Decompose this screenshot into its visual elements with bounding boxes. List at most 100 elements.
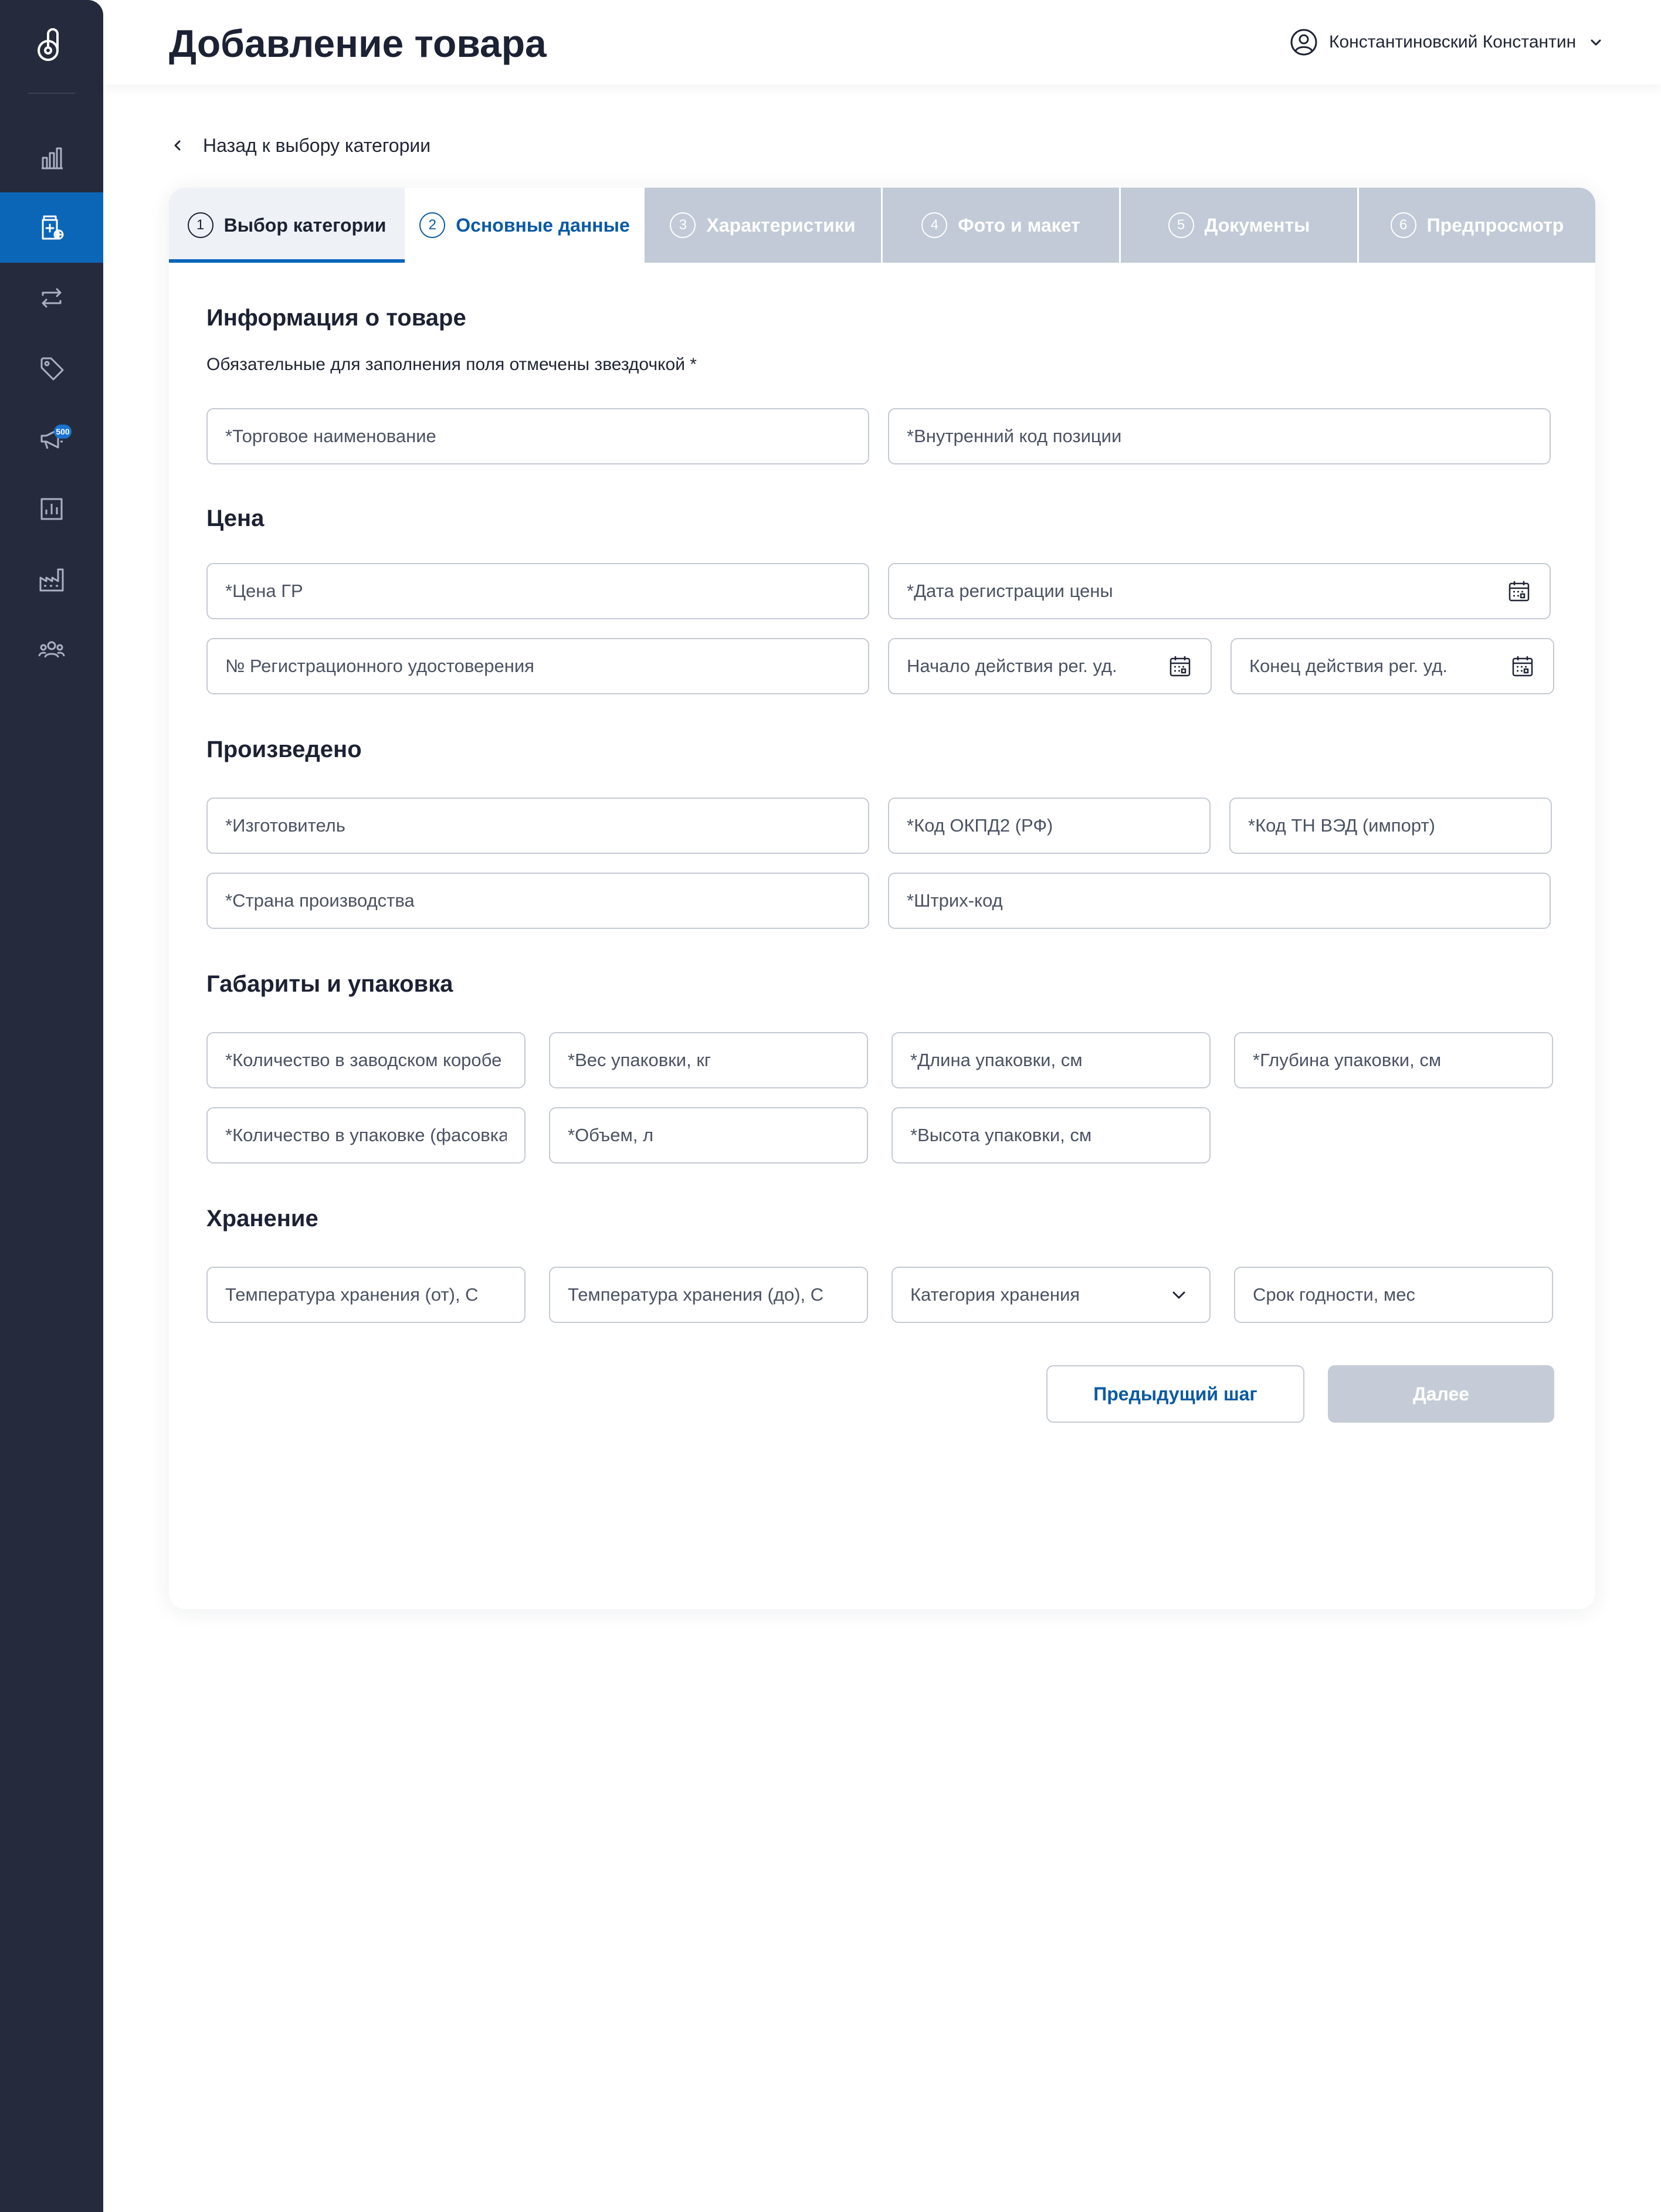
step-tab-preview[interactable]: 6 Предпросмотр (1357, 188, 1595, 263)
step-tab-category[interactable]: 1 Выбор категории (169, 188, 405, 263)
step-label: Основные данные (456, 214, 630, 236)
sidebar: 500 (0, 0, 103, 2212)
price-reg-date-placeholder: *Дата регистрации цены (907, 581, 1113, 601)
step-tab-documents[interactable]: 5 Документы (1119, 188, 1357, 263)
volume-field[interactable]: *Объем, л (549, 1107, 868, 1163)
section-title-storage: Хранение (206, 1206, 318, 1231)
section-title-info: Информация о товаре (206, 305, 466, 331)
package-length-field[interactable]: *Длина упаковки, см (891, 1032, 1211, 1088)
shelf-life-placeholder: Срок годности, мес (1253, 1284, 1415, 1305)
trade-name-field[interactable]: *Торговое наименование (206, 408, 869, 464)
users-icon (38, 641, 65, 658)
sidebar-divider (28, 93, 75, 94)
okpd2-code-placeholder: *Код ОКПД2 (РФ) (907, 815, 1053, 836)
qty-in-box-field[interactable]: *Количество в заводском коробе (206, 1032, 526, 1088)
page-title: Добавление товара (169, 22, 547, 65)
country-field[interactable]: *Страна производства (206, 873, 869, 929)
bar-chart-icon (42, 147, 63, 169)
reg-start-date-placeholder: Начало действия рег. уд. (907, 656, 1117, 676)
back-to-category-link[interactable]: Назад к выбору категории (170, 131, 430, 160)
step-number: 4 (921, 212, 948, 238)
package-height-field[interactable]: *Высота упаковки, см (891, 1107, 1211, 1163)
sidebar-item-reports[interactable] (0, 474, 103, 544)
sidebar-item-analytics[interactable] (0, 122, 103, 192)
required-fields-hint: Обязательные для заполнения поля отмечен… (206, 355, 697, 374)
volume-placeholder: *Объем, л (568, 1125, 654, 1145)
report-icon (40, 498, 63, 520)
logo-icon[interactable] (35, 28, 68, 63)
calendar-icon[interactable] (1510, 653, 1535, 679)
reg-end-date-placeholder: Конец действия рег. уд. (1249, 656, 1448, 676)
sidebar-item-products[interactable] (0, 192, 103, 263)
step-tab-characteristics[interactable]: 3 Характеристики (643, 188, 881, 263)
reg-start-date-field[interactable]: Начало действия рег. уд. (888, 638, 1212, 694)
user-name: Константиновский Константин (1329, 32, 1577, 52)
tnved-code-placeholder: *Код ТН ВЭД (импорт) (1248, 815, 1435, 836)
previous-step-button[interactable]: Предыдущий шаг (1046, 1365, 1304, 1423)
calendar-icon[interactable] (1506, 578, 1532, 604)
top-header: Добавление товара Константиновский Конст… (103, 0, 1661, 84)
package-weight-placeholder: *Вес упаковки, кг (568, 1050, 711, 1070)
tag-icon (40, 357, 64, 381)
barcode-field[interactable]: *Штрих-код (888, 873, 1551, 929)
factory-icon (39, 568, 64, 592)
storage-temp-from-placeholder: Температура хранения (от), С (225, 1284, 479, 1305)
step-number: 2 (419, 212, 446, 238)
chevron-down-icon (1172, 1291, 1185, 1299)
sidebar-item-users[interactable] (0, 615, 103, 685)
qty-in-pack-placeholder: *Количество в упаковке (фасовка) (225, 1125, 507, 1145)
storage-category-placeholder: Категория хранения (910, 1284, 1080, 1305)
manufacturer-placeholder: *Изготовитель (225, 815, 345, 836)
calendar-icon[interactable] (1167, 653, 1193, 679)
section-title-dimensions: Габариты и упаковка (206, 971, 453, 997)
shelf-life-field[interactable]: Срок годности, мес (1234, 1267, 1553, 1323)
add-product-icon (42, 215, 64, 240)
section-title-produced: Произведено (206, 737, 362, 762)
chevron-down-icon (1591, 39, 1601, 46)
storage-temp-to-placeholder: Температура хранения (до), С (568, 1284, 824, 1305)
tnved-code-field[interactable]: *Код ТН ВЭД (импорт) (1229, 798, 1552, 854)
user-menu[interactable]: Константиновский Константин (1289, 26, 1604, 59)
step-label: Фото и макет (958, 214, 1080, 236)
package-weight-field[interactable]: *Вес упаковки, кг (549, 1032, 868, 1088)
sidebar-item-manufacturers[interactable] (0, 544, 103, 615)
package-depth-placeholder: *Глубина упаковки, см (1253, 1050, 1442, 1070)
exchange-icon (42, 288, 62, 308)
internal-code-placeholder: *Внутренний код позиции (907, 426, 1122, 446)
qty-in-pack-field[interactable]: *Количество в упаковке (фасовка) (206, 1107, 526, 1163)
chevron-left-icon (174, 140, 181, 151)
step-number: 1 (187, 212, 213, 238)
product-form-card: 1 Выбор категории 2 Основные данные 3 Ха… (169, 188, 1595, 1609)
step-label: Предпросмотр (1426, 214, 1564, 236)
internal-code-field[interactable]: *Внутренний код позиции (888, 408, 1551, 464)
reg-end-date-field[interactable]: Конец действия рег. уд. (1231, 638, 1554, 694)
step-number: 6 (1390, 212, 1416, 238)
price-reg-date-field[interactable]: *Дата регистрации цены (888, 563, 1551, 619)
price-gr-placeholder: *Цена ГР (225, 581, 303, 601)
step-tab-photo[interactable]: 4 Фото и макет (881, 188, 1119, 263)
sidebar-item-prices[interactable] (0, 333, 103, 403)
sidebar-item-exchange[interactable] (0, 263, 103, 333)
reg-cert-number-placeholder: № Регистрационного удостоверения (225, 656, 534, 676)
section-title-price: Цена (206, 505, 265, 531)
step-tab-basic-data[interactable]: 2 Основные данные (405, 188, 643, 263)
back-link-label: Назад к выбору категории (203, 134, 431, 156)
step-label: Документы (1204, 214, 1310, 236)
sidebar-item-promo[interactable]: 500 (0, 403, 103, 474)
notification-badge: 500 (54, 425, 72, 439)
step-label: Характеристики (706, 214, 856, 236)
next-button[interactable]: Далее (1328, 1365, 1554, 1423)
reg-cert-number-field[interactable]: № Регистрационного удостоверения (206, 638, 869, 694)
country-placeholder: *Страна производства (225, 890, 415, 911)
storage-temp-to-field[interactable]: Температура хранения (до), С (549, 1267, 868, 1323)
manufacturer-field[interactable]: *Изготовитель (206, 798, 869, 854)
package-length-placeholder: *Длина упаковки, см (910, 1050, 1083, 1070)
step-number: 3 (670, 212, 696, 238)
storage-category-select[interactable]: Категория хранения (891, 1267, 1211, 1323)
storage-temp-from-field[interactable]: Температура хранения (от), С (206, 1267, 526, 1323)
price-gr-field[interactable]: *Цена ГР (206, 563, 869, 619)
package-height-placeholder: *Высота упаковки, см (910, 1125, 1092, 1145)
step-label: Выбор категории (223, 214, 387, 236)
package-depth-field[interactable]: *Глубина упаковки, см (1234, 1032, 1553, 1088)
okpd2-code-field[interactable]: *Код ОКПД2 (РФ) (888, 798, 1211, 854)
